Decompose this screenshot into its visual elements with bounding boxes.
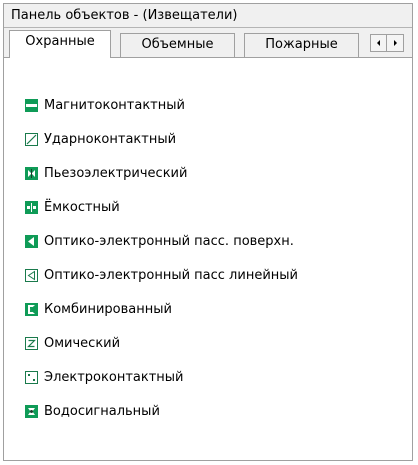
arrow-left-icon <box>377 40 380 46</box>
objects-panel: Панель объектов - (Извещатели) Охранные … <box>3 3 413 461</box>
capacitive-icon <box>25 200 38 214</box>
list-item-combined[interactable]: Комбинированный <box>25 292 298 326</box>
tab-guard[interactable]: Охранные <box>9 30 111 58</box>
list-item-label: Пьезоэлектрический <box>44 165 188 181</box>
list-item-label: Комбинированный <box>44 301 172 317</box>
piezoelectric-icon <box>25 166 38 180</box>
magnetic-contact-icon <box>25 98 38 112</box>
list-item-magnetic-contact[interactable]: Магнитоконтактный <box>25 88 298 122</box>
shock-contact-icon <box>25 132 38 146</box>
list-item-capacitive[interactable]: Ёмкостный <box>25 190 298 224</box>
detector-list: Магнитоконтактный Ударноконтактный Пьезо… <box>25 88 298 428</box>
list-item-optical-linear[interactable]: Оптико-электронный пасс линейный <box>25 258 298 292</box>
optical-passive-linear-icon <box>25 268 38 282</box>
list-item-label: Магнитоконтактный <box>44 97 185 113</box>
tab-volume[interactable]: Объемные <box>120 33 235 57</box>
list-item-piezoelectric[interactable]: Пьезоэлектрический <box>25 156 298 190</box>
water-signal-icon <box>25 404 38 418</box>
list-item-ohmic[interactable]: Омический <box>25 326 298 360</box>
list-item-water-signal[interactable]: Водосигнальный <box>25 394 298 428</box>
list-item-optical-surface[interactable]: Оптико-электронный пасс. поверхн. <box>25 224 298 258</box>
combined-icon <box>25 302 38 316</box>
arrow-right-icon <box>394 40 397 46</box>
tab-scroll-right-button[interactable] <box>387 34 404 52</box>
list-item-label: Оптико-электронный пасс. поверхн. <box>44 233 294 249</box>
tab-fire[interactable]: Пожарные <box>244 33 359 57</box>
electrocontact-icon <box>25 370 38 384</box>
ohmic-icon <box>25 336 38 350</box>
list-item-label: Электроконтактный <box>44 369 184 385</box>
list-item-label: Водосигнальный <box>44 403 160 419</box>
tab-scroll-buttons <box>370 34 404 52</box>
tab-strip: Охранные Объемные Пожарные <box>4 28 412 58</box>
list-item-shock-contact[interactable]: Ударноконтактный <box>25 122 298 156</box>
optical-passive-surface-icon <box>25 234 38 248</box>
panel-title: Панель объектов - (Извещатели) <box>4 4 412 28</box>
list-item-label: Ёмкостный <box>44 199 120 215</box>
list-item-label: Омический <box>44 335 121 351</box>
list-item-label: Ударноконтактный <box>44 131 177 147</box>
list-item-electrocontact[interactable]: Электроконтактный <box>25 360 298 394</box>
list-item-label: Оптико-электронный пасс линейный <box>44 267 298 283</box>
tab-scroll-left-button[interactable] <box>370 34 387 52</box>
